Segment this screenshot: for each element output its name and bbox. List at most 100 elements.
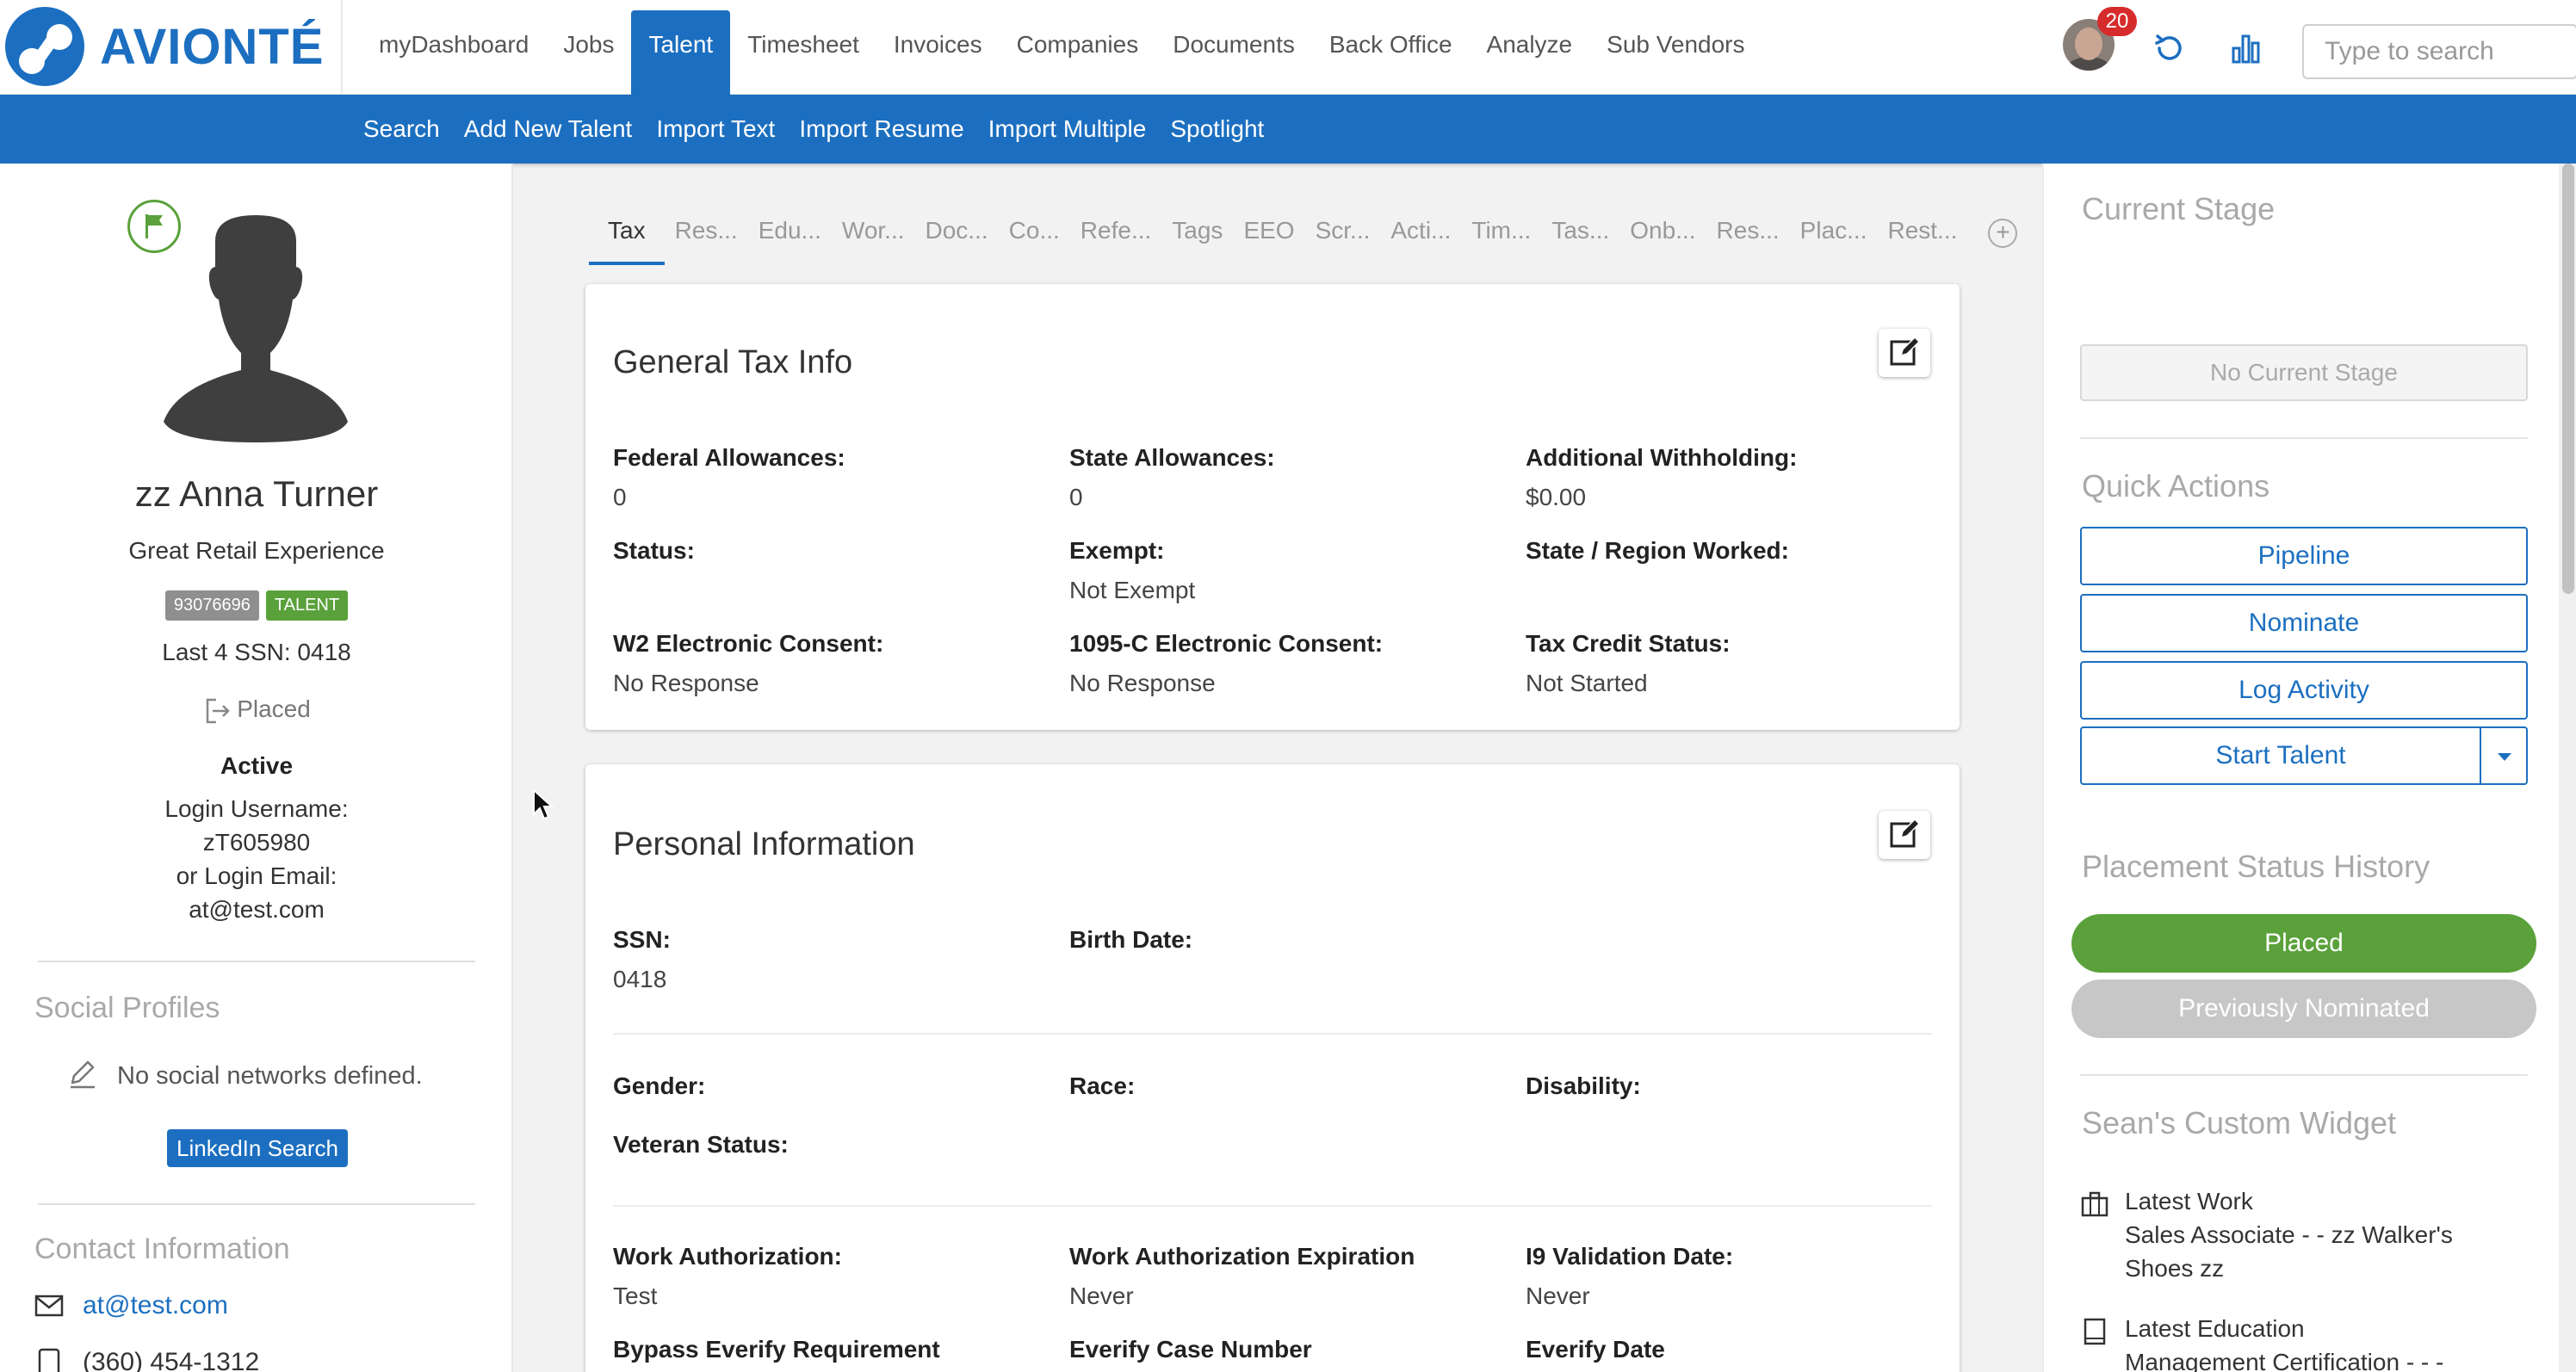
nav-jobs[interactable]: Jobs xyxy=(546,0,631,95)
nav-analyze[interactable]: Analyze xyxy=(1470,0,1590,95)
field-value: Not Started xyxy=(1526,670,1648,696)
latest-work-row: Latest Work Sales Associate - - zz Walke… xyxy=(2080,1184,2521,1285)
refresh-icon[interactable] xyxy=(2152,31,2187,65)
tab-tasks[interactable]: Tas... xyxy=(1541,203,1619,265)
chevron-down-icon[interactable] xyxy=(2481,726,2528,785)
contact-phone[interactable]: (360) 454-1312 xyxy=(83,1348,259,1372)
latest-education-row: Latest Education Management Certificatio… xyxy=(2080,1312,2521,1372)
subnav-spotlight[interactable]: Spotlight xyxy=(1158,95,1276,164)
talent-record-tabs: Tax Res... Edu... Wor... Doc... Co... Re… xyxy=(589,203,2018,265)
nav-timesheet[interactable]: Timesheet xyxy=(730,0,876,95)
subnav-add-new-talent[interactable]: Add New Talent xyxy=(452,95,645,164)
tab-references[interactable]: Refe... xyxy=(1070,203,1161,265)
top-navigation-bar: AVIONTÉ myDashboard Jobs Talent Timeshee… xyxy=(0,0,2576,95)
tab-contact[interactable]: Co... xyxy=(999,203,1070,265)
login-email: at@test.com xyxy=(189,896,325,923)
custom-widget-title: Sean's Custom Widget xyxy=(2082,1105,2397,1140)
personal-information-title: Personal Information xyxy=(613,826,915,862)
latest-work-label: Latest Work xyxy=(2125,1188,2253,1214)
i9-validation-date-field: I9 Validation Date: Never xyxy=(1526,1243,1733,1310)
linkedin-search-button[interactable]: LinkedIn Search xyxy=(167,1129,348,1167)
placement-status: Placed xyxy=(0,695,513,726)
avionte-logo[interactable]: AVIONTÉ xyxy=(5,5,325,88)
disability-field: Disability: xyxy=(1526,1072,1641,1100)
active-status: Active xyxy=(220,752,294,779)
social-profiles-title: Social Profiles xyxy=(34,992,220,1024)
no-current-stage-button[interactable]: No Current Stage xyxy=(2080,344,2528,401)
nav-back-office[interactable]: Back Office xyxy=(1312,0,1470,95)
previously-nominated-status-pill[interactable]: Previously Nominated xyxy=(2071,980,2536,1038)
field-label: Federal Allowances: xyxy=(613,444,845,471)
latest-education-label: Latest Education xyxy=(2125,1315,2305,1342)
subnav-import-resume[interactable]: Import Resume xyxy=(787,95,975,164)
add-tab-plus-icon[interactable]: + xyxy=(1988,219,2018,248)
field-value: $0.00 xyxy=(1526,484,1587,510)
nav-talent[interactable]: Talent xyxy=(631,10,731,95)
bar-chart-icon[interactable] xyxy=(2228,31,2263,65)
pencil-icon[interactable] xyxy=(67,1059,98,1090)
tab-placements[interactable]: Plac... xyxy=(1790,203,1878,265)
start-talent-button[interactable]: Start Talent xyxy=(2080,726,2481,785)
global-search-input[interactable] xyxy=(2302,24,2576,79)
nominate-button[interactable]: Nominate xyxy=(2080,594,2528,652)
field-label: Tax Credit Status: xyxy=(1526,630,1731,657)
birth-date-field: Birth Date: xyxy=(1069,926,1192,966)
tab-rest[interactable]: Rest... xyxy=(1877,203,1967,265)
tab-education[interactable]: Edu... xyxy=(748,203,832,265)
tax-status-field: Status: xyxy=(613,537,695,577)
placed-status-pill[interactable]: Placed xyxy=(2071,914,2536,973)
pipeline-button[interactable]: Pipeline xyxy=(2080,527,2528,585)
edit-tax-info-button[interactable] xyxy=(1879,329,1930,377)
tab-screening[interactable]: Scr... xyxy=(1305,203,1381,265)
field-label: Everify Date xyxy=(1526,1336,1665,1363)
tab-eeo[interactable]: EEO xyxy=(1233,203,1304,265)
tab-resume[interactable]: Res... xyxy=(665,203,748,265)
tab-work-history[interactable]: Wor... xyxy=(832,203,915,265)
edit-personal-info-button[interactable] xyxy=(1879,811,1930,859)
notification-count-badge[interactable]: 20 xyxy=(2097,7,2137,36)
tab-restrictions[interactable]: Res... xyxy=(1706,203,1790,265)
work-authorization-field: Work Authorization: Test xyxy=(613,1243,842,1310)
avionte-logo-icon xyxy=(5,7,84,86)
field-label: State Allowances: xyxy=(1069,444,1275,471)
talent-profile-panel: zz Anna Turner Great Retail Experience 9… xyxy=(0,164,513,1372)
tab-tags[interactable]: Tags xyxy=(1161,203,1233,265)
divider xyxy=(2080,1074,2528,1076)
everify-date-field: Everify Date xyxy=(1526,1336,1665,1363)
tab-timesheets[interactable]: Tim... xyxy=(1461,203,1541,265)
field-value: 0 xyxy=(613,484,627,510)
contact-email-link[interactable]: at@test.com xyxy=(83,1291,228,1320)
tab-activities[interactable]: Acti... xyxy=(1380,203,1461,265)
tab-documents[interactable]: Doc... xyxy=(915,203,999,265)
field-label: SSN: xyxy=(613,926,671,953)
ssn-field: SSN: 0418 xyxy=(613,926,671,993)
contact-email-row: at@test.com xyxy=(34,1291,228,1320)
field-value: Not Exempt xyxy=(1069,577,1196,603)
subnav-import-text[interactable]: Import Text xyxy=(644,95,787,164)
sign-out-icon xyxy=(206,698,230,723)
nav-documents[interactable]: Documents xyxy=(1155,0,1312,95)
gender-field: Gender: xyxy=(613,1072,705,1100)
last4-ssn: Last 4 SSN: 0418 xyxy=(162,639,351,665)
tab-tax[interactable]: Tax xyxy=(589,203,665,265)
general-tax-info-card: General Tax Info Federal Allowances: 0 S… xyxy=(585,284,1960,730)
nav-sub-vendors[interactable]: Sub Vendors xyxy=(1589,0,1762,95)
edit-icon xyxy=(1890,818,1921,847)
subnav-search[interactable]: Search xyxy=(351,95,452,164)
talent-sub-navigation: Search Add New Talent Import Text Import… xyxy=(0,95,2576,164)
state-allowances-field: State Allowances: 0 xyxy=(1069,444,1275,511)
field-label: Birth Date: xyxy=(1069,926,1193,953)
exempt-field: Exempt: Not Exempt xyxy=(1069,537,1195,604)
subnav-import-multiple[interactable]: Import Multiple xyxy=(976,95,1159,164)
nav-mydashboard[interactable]: myDashboard xyxy=(362,0,546,95)
nav-invoices[interactable]: Invoices xyxy=(876,0,1000,95)
log-activity-button[interactable]: Log Activity xyxy=(2080,661,2528,720)
profile-photo-placeholder[interactable] xyxy=(164,215,348,442)
tab-onboarding[interactable]: Onb... xyxy=(1619,203,1706,265)
nav-companies[interactable]: Companies xyxy=(1000,0,1156,95)
mouse-cursor-icon xyxy=(533,788,554,820)
field-label: Veteran Status: xyxy=(613,1131,789,1158)
scrollbar-thumb[interactable] xyxy=(2562,164,2574,594)
field-label: Work Authorization: xyxy=(613,1243,842,1270)
edit-icon xyxy=(1890,336,1921,365)
